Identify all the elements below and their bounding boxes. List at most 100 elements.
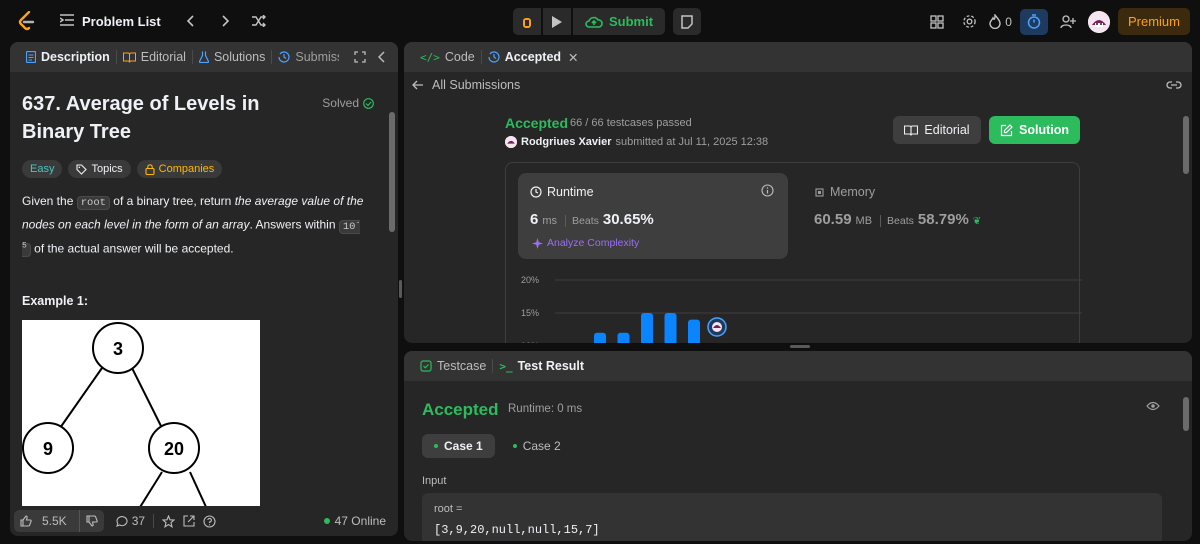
binary-tree-diagram: 3 9 20 (22, 322, 207, 506)
leetcode-logo-icon[interactable] (16, 10, 38, 32)
submission-status: Accepted (505, 115, 569, 131)
prev-problem-button[interactable] (177, 7, 205, 35)
description-scrollbar[interactable] (389, 112, 395, 232)
stopwatch-icon (1027, 14, 1041, 29)
runtime-card[interactable]: Runtime 6 ms Beats 30.65% Analyze Comple… (518, 173, 788, 259)
tab-testcase[interactable]: Testcase (414, 351, 492, 381)
memory-value: 60.59 (814, 211, 852, 228)
runtime-beats-label: Beats (565, 215, 599, 227)
submitted-time: submitted at Jul 11, 2025 12:38 (615, 136, 769, 148)
history-icon (488, 51, 500, 63)
test-result-status: Accepted (422, 400, 499, 419)
submission-scrollbar[interactable] (1183, 116, 1189, 174)
user-marker[interactable] (707, 317, 727, 337)
user-avatar[interactable] (1087, 10, 1110, 33)
tab-solutions-label: Solutions (213, 50, 266, 64)
y-tick-label: 10% (521, 341, 539, 343)
tab-editorial[interactable]: Editorial (117, 42, 192, 72)
eye-icon[interactable] (1146, 401, 1160, 411)
solution-button[interactable]: Solution (989, 116, 1080, 144)
memory-beats-label: Beats (880, 215, 914, 227)
next-problem-button[interactable] (211, 7, 239, 35)
all-submissions-label: All Submissions (432, 78, 521, 92)
memory-beats-percent: 58.79% (917, 211, 969, 228)
editorial-button[interactable]: Editorial (893, 116, 981, 144)
case-tabs: Case 1 Case 2 (422, 434, 573, 458)
close-tab-icon[interactable]: ✕ (568, 50, 578, 65)
comments-button[interactable]: 37 (115, 514, 145, 528)
like-button[interactable]: 5.5K (14, 514, 79, 528)
clock-icon (530, 186, 542, 198)
problem-list-label: Problem List (82, 13, 161, 29)
tab-test-result[interactable]: >_ Test Result (493, 351, 590, 381)
input-box[interactable]: root = [3,9,20,null,null,15,7] (422, 493, 1162, 541)
tab-accepted[interactable]: Accepted ✕ (482, 42, 585, 72)
horizontal-resize-handle[interactable] (790, 345, 810, 348)
inline-code-root: root (76, 196, 110, 210)
dislike-button[interactable] (78, 510, 104, 532)
memory-values: 60.59 MB Beats 58.79% ❦ (814, 211, 981, 228)
test-result-scrollbar[interactable] (1183, 397, 1189, 431)
settings-button[interactable] (957, 9, 981, 35)
add-user-button[interactable] (1056, 9, 1080, 35)
chevron-right-icon (222, 15, 229, 27)
runtime-header: Runtime (530, 185, 594, 199)
vertical-resize-handle[interactable] (399, 280, 402, 298)
memory-label: Memory (830, 185, 876, 199)
premium-button[interactable]: Premium (1117, 8, 1190, 35)
memory-card[interactable]: Memory 60.59 MB Beats 58.79% ❦ (802, 173, 1072, 259)
share-button[interactable] (183, 515, 195, 527)
input-label: Input (422, 475, 447, 487)
avatar-icon (505, 136, 517, 148)
collapse-chevron-icon[interactable] (378, 51, 386, 63)
timer-button[interactable] (1019, 8, 1048, 35)
streak-counter[interactable]: 0 (989, 9, 1012, 35)
companies-label: Companies (158, 163, 215, 175)
analyze-complexity-button[interactable]: Analyze Complexity (532, 237, 639, 249)
case-1-tab[interactable]: Case 1 (422, 434, 495, 458)
debug-button[interactable] (513, 8, 541, 35)
editorial-label: Editorial (924, 123, 970, 137)
difficulty-badge: Easy (22, 160, 63, 178)
chart-bar[interactable] (617, 332, 630, 343)
chart-bar[interactable] (641, 313, 653, 343)
case-2-label: Case 2 (522, 439, 561, 453)
run-button[interactable] (543, 8, 571, 35)
streak-count: 0 (1005, 14, 1012, 29)
notes-button[interactable] (673, 8, 702, 35)
chart-bar[interactable] (688, 319, 700, 343)
submit-button[interactable]: Submit (573, 8, 666, 35)
topics-tag[interactable]: Topics (68, 160, 131, 178)
y-tick-label: 15% (521, 308, 539, 318)
solved-status: Solved (322, 96, 374, 110)
terminal-icon: >_ (499, 359, 513, 373)
chart-grid: 20% 15% 10% (521, 275, 1082, 343)
case-2-tab[interactable]: Case 2 (501, 434, 573, 458)
favorite-button[interactable] (162, 514, 176, 528)
test-result-panel: Testcase >_ Test Result Accepted Runtime… (404, 351, 1192, 541)
help-button[interactable] (203, 514, 216, 528)
username[interactable]: Rodgriues Xavier (521, 136, 611, 148)
tab-description-label: Description (41, 50, 110, 64)
link-icon[interactable] (1166, 79, 1182, 91)
layout-button[interactable] (925, 9, 949, 35)
chart-bar[interactable] (664, 313, 677, 343)
desc-text: Given the (22, 194, 74, 208)
companies-tag[interactable]: Companies (136, 160, 223, 178)
random-problem-button[interactable] (245, 7, 273, 35)
tab-submissions[interactable]: Submiss (272, 42, 345, 72)
memory-unit: MB (855, 215, 873, 227)
solution-label: Solution (1019, 123, 1069, 137)
user-plus-icon (1060, 14, 1076, 28)
all-submissions-link[interactable]: All Submissions (404, 72, 1192, 98)
info-icon[interactable] (761, 184, 774, 197)
chart-bar[interactable] (594, 332, 606, 343)
tab-description[interactable]: Description (20, 42, 116, 72)
tab-code[interactable]: </> Code (414, 42, 481, 72)
test-panel-tabs: Testcase >_ Test Result (404, 351, 1192, 381)
problem-title[interactable]: 637. Average of Levels in Binary Tree (22, 90, 282, 146)
tab-solutions[interactable]: Solutions (193, 42, 271, 72)
expand-icon[interactable] (354, 51, 366, 63)
problem-list-button[interactable]: Problem List (59, 13, 161, 29)
test-runtime: Runtime: 0 ms (508, 403, 583, 415)
